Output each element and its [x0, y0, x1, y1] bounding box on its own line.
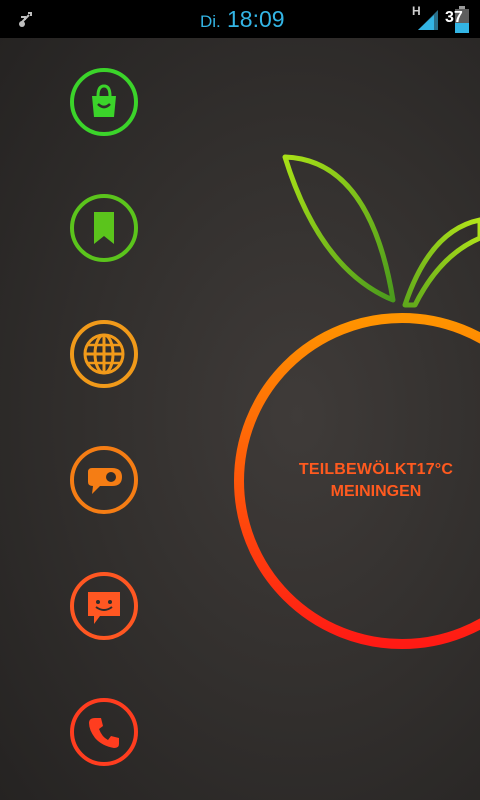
message-icon — [88, 592, 120, 624]
weather-condition-line[interactable]: TEILBEWÖLKT17°C — [296, 461, 456, 479]
tag-icon — [88, 468, 122, 494]
weather-condition: TEILBEWÖLKT — [298, 461, 417, 478]
weather-city[interactable]: MEININGEN — [296, 483, 456, 501]
status-day: Di. — [200, 12, 221, 31]
leaf-right-icon — [402, 217, 480, 308]
phone-icon — [89, 718, 119, 748]
bookmark-icon — [94, 212, 114, 244]
usb-debug-icon — [19, 12, 32, 27]
shop-app-button[interactable] — [70, 68, 138, 136]
bookmark-app-button[interactable] — [70, 194, 138, 262]
globe-icon — [83, 333, 125, 375]
tag-app-button[interactable] — [70, 446, 138, 514]
weather-temperature: 17°C — [416, 461, 454, 478]
status-bar: Di. 18:09 H 37 — [0, 0, 480, 38]
shop-icon — [92, 84, 116, 117]
status-time: 18:09 — [227, 6, 285, 32]
leaf-left-icon — [282, 154, 396, 303]
signal-icon — [418, 10, 438, 30]
browser-app-button[interactable] — [70, 320, 138, 388]
battery-level: 37 — [445, 9, 463, 26]
phone-app-button[interactable] — [70, 698, 138, 766]
weather-widget-apple[interactable] — [0, 0, 480, 800]
apple-ring — [234, 313, 480, 649]
messaging-app-button[interactable] — [70, 572, 138, 640]
